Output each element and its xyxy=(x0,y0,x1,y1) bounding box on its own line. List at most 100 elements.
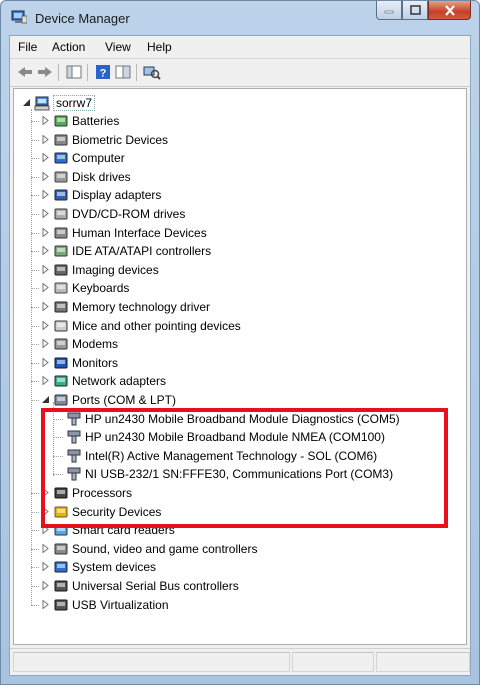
tree-guide-line xyxy=(31,604,39,606)
tree-guide-line xyxy=(31,176,39,178)
tree-category-label: Keyboards xyxy=(72,281,130,296)
show-hide-console-tree-icon[interactable] xyxy=(65,64,83,80)
display-adapter-icon xyxy=(54,189,68,201)
expand-icon[interactable] xyxy=(41,599,50,609)
expand-icon[interactable] xyxy=(41,227,50,237)
collapse-icon[interactable] xyxy=(41,395,50,404)
expand-icon[interactable] xyxy=(41,264,50,274)
minimize-button[interactable] xyxy=(376,1,402,20)
tree-category-label: Memory technology driver xyxy=(72,300,211,314)
tree-category[interactable]: Ports (COM & LPT) xyxy=(31,391,431,409)
close-icon xyxy=(444,4,455,16)
tree-category[interactable]: System devices xyxy=(31,558,431,576)
menu-action[interactable]: Action xyxy=(52,40,85,54)
expand-icon[interactable] xyxy=(41,171,50,181)
expand-icon[interactable] xyxy=(41,488,50,497)
tree-guide-line xyxy=(31,586,39,587)
tree-guide-line xyxy=(31,307,39,308)
expand-icon[interactable] xyxy=(41,302,50,311)
menu-bar: File Action View Help xyxy=(10,36,470,59)
tree-root[interactable]: sorrw7 xyxy=(22,94,142,112)
expand-icon[interactable] xyxy=(41,134,50,144)
tree-category[interactable]: IDE ATA/ATAPI controllers xyxy=(31,242,431,260)
tree-device[interactable]: HP un2430 Mobile Broadband Module Diagno… xyxy=(53,410,453,428)
expand-icon[interactable] xyxy=(41,116,50,125)
tree-category[interactable]: Modems xyxy=(31,335,431,353)
device-tree[interactable]: sorrw7 Batteries Biometric Devices Compute… xyxy=(13,88,467,645)
expand-icon[interactable] xyxy=(41,283,50,293)
tree-category-label: Display adapters xyxy=(72,188,162,203)
expand-icon[interactable] xyxy=(41,543,50,553)
expand-icon[interactable] xyxy=(41,339,50,349)
tree-category[interactable]: Computer xyxy=(31,149,431,167)
biometric-icon xyxy=(54,134,68,146)
expand-icon[interactable] xyxy=(41,506,50,516)
tree-category[interactable]: Keyboards xyxy=(31,279,431,297)
tree-category-label: Network adapters xyxy=(72,374,167,389)
tree-guide-line xyxy=(31,567,39,569)
port-icon xyxy=(67,412,81,426)
tree-category-label: Imaging devices xyxy=(72,262,159,277)
expand-icon[interactable] xyxy=(41,320,50,330)
tree-guide-line xyxy=(31,325,39,327)
tree-device-label: NI USB-232/1 SN:FFFE30, Communications P… xyxy=(85,467,394,482)
expand-icon[interactable] xyxy=(41,376,50,386)
help-icon[interactable]: ? xyxy=(94,64,112,80)
menu-view[interactable]: View xyxy=(105,40,131,54)
expand-icon[interactable] xyxy=(41,153,50,163)
tree-guide-line xyxy=(31,195,39,197)
tree-category[interactable]: Universal Serial Bus controllers xyxy=(31,577,431,595)
svg-text:?: ? xyxy=(100,68,107,80)
title-bar[interactable]: Device Manager xyxy=(1,1,479,35)
expand-icon[interactable] xyxy=(41,562,50,572)
tree-category[interactable]: Batteries xyxy=(31,112,431,130)
tree-category[interactable]: Smart card readers xyxy=(31,521,431,539)
expand-icon[interactable] xyxy=(41,209,50,218)
tree-category[interactable]: Memory technology driver xyxy=(31,298,431,316)
tree-device[interactable]: NI USB-232/1 SN:FFFE30, Communications P… xyxy=(53,465,453,483)
tree-category[interactable]: Imaging devices xyxy=(31,261,431,279)
tree-category[interactable]: Monitors xyxy=(31,354,431,372)
properties-icon[interactable] xyxy=(114,64,132,80)
scan-hardware-icon[interactable] xyxy=(143,64,161,80)
status-bar xyxy=(10,648,470,675)
tree-device[interactable]: Intel(R) Active Management Technology - … xyxy=(53,447,453,465)
expand-icon[interactable] xyxy=(41,190,50,200)
forward-arrow-icon[interactable] xyxy=(36,64,54,80)
tree-device[interactable]: HP un2430 Mobile Broadband Module NMEA (… xyxy=(53,428,453,446)
tree-category-label: Human Interface Devices xyxy=(72,225,207,240)
expand-icon[interactable] xyxy=(41,357,50,367)
tree-category[interactable]: Display adapters xyxy=(31,186,431,204)
tree-category[interactable]: Network adapters xyxy=(31,372,431,390)
tree-category[interactable]: DVD/CD-ROM drives xyxy=(31,205,431,223)
hid-icon xyxy=(54,227,68,239)
tree-guide-line xyxy=(53,455,63,457)
dvd-drive-icon xyxy=(54,208,68,220)
tree-guide-line xyxy=(31,158,39,160)
port-icon xyxy=(67,430,81,444)
tree-category[interactable]: Mice and other pointing devices xyxy=(31,317,431,335)
expand-icon[interactable] xyxy=(41,581,50,590)
maximize-button[interactable] xyxy=(402,1,428,20)
toolbar-separator xyxy=(87,64,88,81)
tree-guide-line xyxy=(53,401,54,476)
tree-category[interactable]: Security Devices xyxy=(31,503,431,521)
usb-icon xyxy=(54,580,68,592)
menu-help[interactable]: Help xyxy=(147,40,172,54)
tree-category[interactable]: Processors xyxy=(31,484,431,502)
menu-file[interactable]: File xyxy=(18,40,37,54)
expand-icon[interactable] xyxy=(41,525,50,535)
tree-category[interactable]: USB Virtualization xyxy=(31,596,431,614)
tree-category[interactable]: Sound, video and game controllers xyxy=(31,540,431,558)
back-arrow-icon[interactable] xyxy=(16,64,34,80)
close-button[interactable] xyxy=(428,1,471,20)
expand-icon[interactable] xyxy=(41,246,50,256)
collapse-icon[interactable] xyxy=(22,98,31,107)
processor-icon xyxy=(54,487,68,499)
tree-category[interactable]: Human Interface Devices xyxy=(31,224,431,242)
toolbar: ? xyxy=(10,59,470,87)
tree-category-label: System devices xyxy=(72,560,157,575)
tree-category[interactable]: Disk drives xyxy=(31,168,431,186)
tree-category-label: Processors xyxy=(72,486,133,500)
tree-category[interactable]: Biometric Devices xyxy=(31,131,431,149)
